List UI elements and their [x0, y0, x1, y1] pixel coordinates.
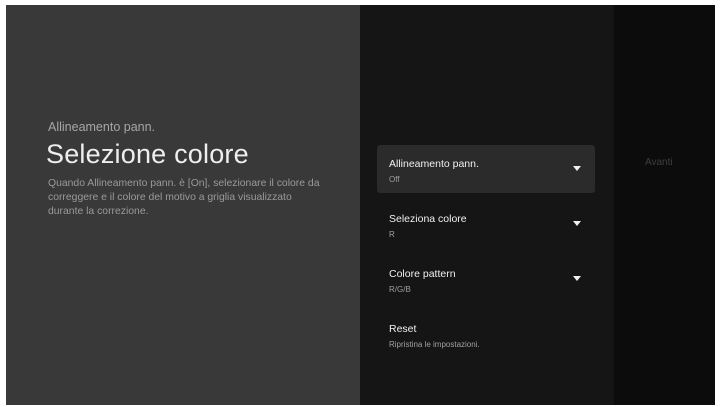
- menu-item-seleziona-colore[interactable]: Seleziona colore R: [377, 200, 595, 248]
- info-panel: Allineamento pann. Selezione colore Quan…: [6, 5, 360, 405]
- menu-item-reset[interactable]: Reset Ripristina le impostazioni.: [377, 310, 595, 358]
- menu-item-value: R/G/B: [389, 285, 411, 294]
- page-title: Selezione colore: [46, 139, 249, 169]
- menu-item-value: Off: [389, 175, 400, 184]
- chevron-down-icon: [573, 166, 581, 171]
- tv-settings-screen: Allineamento pann. Selezione colore Quan…: [6, 5, 715, 405]
- menu-item-allineamento-pann[interactable]: Allineamento pann. Off: [377, 145, 595, 193]
- menu-item-label: Allineamento pann.: [389, 158, 479, 170]
- menu-item-value: R: [389, 230, 395, 239]
- menu-item-value: Ripristina le impostazioni.: [389, 340, 480, 349]
- chevron-down-icon: [573, 276, 581, 281]
- menu-item-label: Colore pattern: [389, 268, 456, 280]
- settings-menu: Allineamento pann. Off Seleziona colore …: [360, 5, 614, 405]
- menu-item-label: Reset: [389, 323, 417, 335]
- menu-item-colore-pattern[interactable]: Colore pattern R/G/B: [377, 255, 595, 303]
- menu-item-label: Seleziona colore: [389, 213, 467, 225]
- next-panel: Avanti: [614, 5, 715, 405]
- page-description: Quando Allineamento pann. è [On], selezi…: [48, 178, 320, 217]
- breadcrumb: Allineamento pann.: [48, 120, 156, 134]
- chevron-down-icon: [573, 221, 581, 226]
- next-label: Avanti: [645, 157, 673, 168]
